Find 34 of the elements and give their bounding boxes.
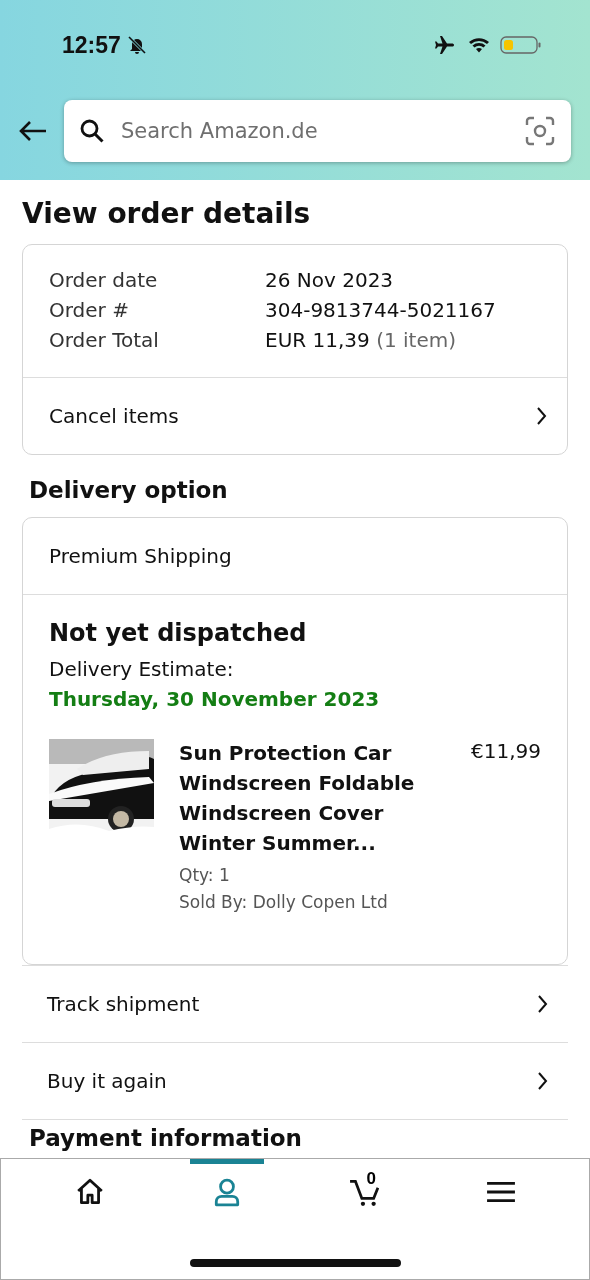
estimate-label: Delivery Estimate: [49, 657, 235, 681]
field-value: 304-9813744-5021167 [265, 297, 496, 323]
action-row[interactable]: Buy it again [22, 1043, 568, 1120]
field-label: Order # [49, 297, 130, 323]
product-title[interactable]: Sun Protection Car Windscreen Foldable Windscreen Cover Winter Summer... [179, 738, 419, 858]
estimate-date: Thursday, 30 November 2023 [49, 687, 381, 711]
bell-muted-icon [126, 35, 147, 55]
chevron-right-icon [535, 406, 547, 426]
section-heading: Delivery option [29, 477, 229, 503]
field-value: EUR 11,39 (1 item) [265, 327, 457, 353]
chevron-right-icon [536, 994, 548, 1014]
search-icon [79, 118, 105, 144]
search-bar[interactable]: Search Amazon.de [64, 100, 571, 162]
back-button[interactable] [18, 119, 48, 143]
back-arrow-icon [18, 119, 48, 143]
search-input[interactable]: Search Amazon.de [119, 118, 511, 144]
shipping-option: Premium Shipping [23, 518, 567, 595]
shipment-status: Not yet dispatched [49, 619, 308, 647]
seller-text: Sold By: Dolly Copen Ltd [179, 892, 389, 912]
cancel-items-link[interactable]: Cancel items [23, 378, 567, 454]
chevron-right-icon [536, 1071, 548, 1091]
action-row[interactable]: Track shipment [22, 965, 568, 1043]
clock-time: 12:57 [62, 31, 121, 59]
section-heading: Payment information [29, 1125, 303, 1151]
battery-icon [500, 35, 542, 55]
page-title: View order details [22, 197, 312, 230]
product-price: €11,99 [471, 739, 541, 765]
field-label: Order Total [49, 327, 160, 353]
cart-count: 0 [366, 1169, 376, 1189]
quantity-text: Qty: 1 [179, 865, 231, 885]
field-value: 26 Nov 2023 [265, 267, 394, 293]
field-label: Order date [49, 267, 159, 293]
camera-scan-icon [525, 116, 555, 146]
tab-bar-item[interactable]: 0 [326, 1159, 401, 1213]
